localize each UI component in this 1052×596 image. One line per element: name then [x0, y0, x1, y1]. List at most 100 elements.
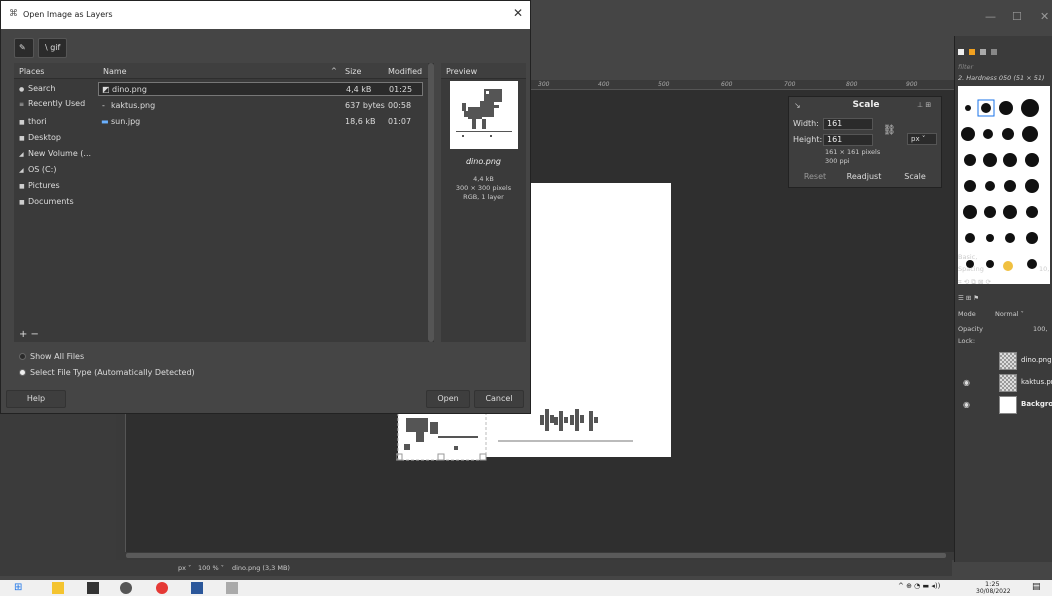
eye-icon[interactable]: ◉	[963, 400, 970, 409]
place-label: New Volume (...	[28, 149, 92, 158]
open-image-dialog: ⌘ Open Image as Layers ✕ ✎ \ gif Places …	[0, 0, 531, 414]
ruler-label: 900	[906, 81, 918, 88]
sort-ascending-icon[interactable]: ^	[331, 67, 337, 75]
zoom-select[interactable]: 100 % ˅	[198, 564, 224, 572]
place-thori[interactable]: ■ thori	[14, 115, 98, 129]
status-unit: px	[178, 564, 186, 572]
chrome-icon[interactable]	[156, 582, 168, 594]
close-icon[interactable]: ✕	[1040, 10, 1049, 23]
horizontal-scrollbar[interactable]	[116, 552, 954, 560]
word-icon[interactable]	[191, 582, 203, 594]
opacity-value[interactable]: 100,	[1033, 325, 1047, 333]
file-row-sun[interactable]: ▬ sun.jpg 18,6 kB 01:07	[98, 115, 423, 129]
dock-tab-icons[interactable]	[958, 48, 1048, 58]
reset-button[interactable]: Reset	[795, 172, 835, 181]
app-icon[interactable]	[120, 582, 132, 594]
close-icon[interactable]: ✕	[513, 6, 523, 20]
dino-layer-fragment	[396, 409, 487, 461]
place-search[interactable]: ● Search	[14, 82, 98, 96]
mail-icon[interactable]	[87, 582, 99, 594]
file-name: sun.jpg	[111, 117, 141, 126]
layer-name: Backgro	[1021, 400, 1052, 408]
gimp-taskbar-icon[interactable]	[226, 582, 238, 594]
place-os-c[interactable]: ◢ OS (C:)	[14, 163, 98, 177]
brush-actions-icons[interactable]: ⌗ ⟲ ⧉ ⊠ ⟳	[958, 278, 991, 287]
layer-row[interactable]: dino.png	[955, 350, 1052, 372]
file-list: Name ^ Size Modified ◩ dino.png 4,4 kB 0…	[98, 63, 433, 342]
dialog-titlebar: ⌘ Open Image as Layers ✕	[1, 1, 530, 29]
spacing-label: Spacing	[958, 265, 984, 273]
mode-select[interactable]: Normal ˅	[995, 310, 1024, 318]
height-input[interactable]: 161	[823, 134, 873, 146]
place-pictures[interactable]: ■ Pictures	[14, 179, 98, 193]
preview-dimensions: 300 × 300 pixels	[455, 184, 512, 192]
preview-header-label: Preview	[446, 67, 478, 76]
minimize-icon[interactable]: —	[985, 10, 996, 23]
brush-filter-input[interactable]: filter	[958, 63, 973, 71]
path-button-gif[interactable]: \ gif	[38, 38, 68, 58]
file-list-scrollbar[interactable]	[428, 63, 434, 342]
ppi-info: 300 ppi	[825, 157, 850, 165]
cancel-button[interactable]: Cancel	[474, 390, 524, 408]
place-label: Documents	[28, 197, 74, 206]
opacity-label: Opacity	[958, 325, 984, 333]
help-button[interactable]: Help	[6, 390, 66, 408]
notification-icon[interactable]: ▤	[1032, 582, 1041, 592]
layer-thumbnail	[999, 396, 1017, 414]
type-location-button[interactable]: ✎	[14, 38, 34, 58]
spacing-value[interactable]: 10,	[1039, 265, 1049, 273]
chain-link-icon[interactable]: ⛓	[883, 125, 896, 136]
select-file-type-expander[interactable]: Select File Type (Automatically Detected…	[19, 368, 195, 377]
place-new-volume[interactable]: ◢ New Volume (...	[14, 147, 98, 161]
maximize-icon[interactable]: ☐	[1012, 10, 1022, 23]
places-header: Places	[14, 63, 98, 79]
eye-icon[interactable]: ◉	[963, 378, 970, 387]
place-recently-used[interactable]: ≡ Recently Used	[14, 97, 98, 111]
file-modified: 00:58	[388, 101, 412, 110]
place-documents[interactable]: ■ Documents	[14, 195, 98, 209]
pin-icon[interactable]: ⊥ ⊞	[917, 101, 931, 109]
file-row-dino[interactable]: ◩ dino.png 4,4 kB 01:25	[98, 82, 423, 96]
place-label: Pictures	[28, 181, 60, 190]
unit-select[interactable]: px ˅	[178, 564, 191, 572]
dialog-title: Open Image as Layers	[23, 10, 113, 19]
scale-dialog: ↘ Scale ⊥ ⊞ Width: 161 Height: 161 ⛓ px …	[788, 96, 942, 188]
file-explorer-icon[interactable]	[52, 582, 64, 594]
readjust-button[interactable]: Readjust	[839, 172, 889, 181]
layer-row[interactable]: ◉ kaktus.pn	[955, 372, 1052, 394]
column-size[interactable]: Size	[345, 67, 361, 76]
scroll-thumb[interactable]	[428, 63, 434, 342]
status-bar: px ˅ 100 % ˅ dino.png (3,3 MB)	[0, 560, 952, 576]
scale-button[interactable]: Scale	[893, 172, 937, 181]
file-row-kaktus[interactable]: - kaktus.png 637 bytes 00:58	[98, 99, 423, 113]
add-remove-bookmark-buttons[interactable]: + −	[14, 328, 98, 342]
show-all-files-toggle[interactable]: Show All Files	[19, 352, 84, 361]
drive-icon: ◢	[19, 151, 24, 158]
layer-row[interactable]: ◉ Backgro	[955, 394, 1052, 416]
file-name: dino.png	[112, 85, 147, 94]
unit-value: px	[911, 135, 920, 143]
select-file-type-label: Select File Type (Automatically Detected…	[30, 368, 195, 377]
column-modified[interactable]: Modified	[388, 67, 422, 76]
width-input[interactable]: 161	[823, 118, 873, 130]
unit-select[interactable]: px ˅	[907, 133, 937, 145]
layers-tab-icons[interactable]: ☰ ⊞ ⚑	[958, 294, 979, 302]
folder-icon: ■	[19, 119, 25, 126]
mode-label: Mode	[958, 310, 976, 318]
clock-date[interactable]: 30/08/2022	[976, 588, 1011, 595]
scroll-thumb[interactable]	[126, 553, 946, 558]
recent-icon: ≡	[19, 101, 25, 108]
windows-start-icon[interactable]: ⊞	[14, 582, 26, 594]
clock-time[interactable]: 1:25	[985, 580, 1000, 588]
preview-filename: dino.png	[465, 157, 502, 166]
mode-value: Normal	[995, 310, 1019, 318]
file-name: kaktus.png	[111, 101, 156, 110]
place-label: Desktop	[28, 133, 61, 142]
open-button[interactable]: Open	[426, 390, 470, 408]
place-desktop[interactable]: ■ Desktop	[14, 131, 98, 145]
dino-thumbnail	[456, 89, 512, 137]
gimp-icon: ⌘	[9, 9, 18, 19]
column-name[interactable]: Name	[103, 67, 127, 76]
system-tray-icons[interactable]: ^ ⊕ ◔ ▬ ◂))	[898, 582, 940, 590]
file-modified: 01:07	[388, 117, 412, 126]
